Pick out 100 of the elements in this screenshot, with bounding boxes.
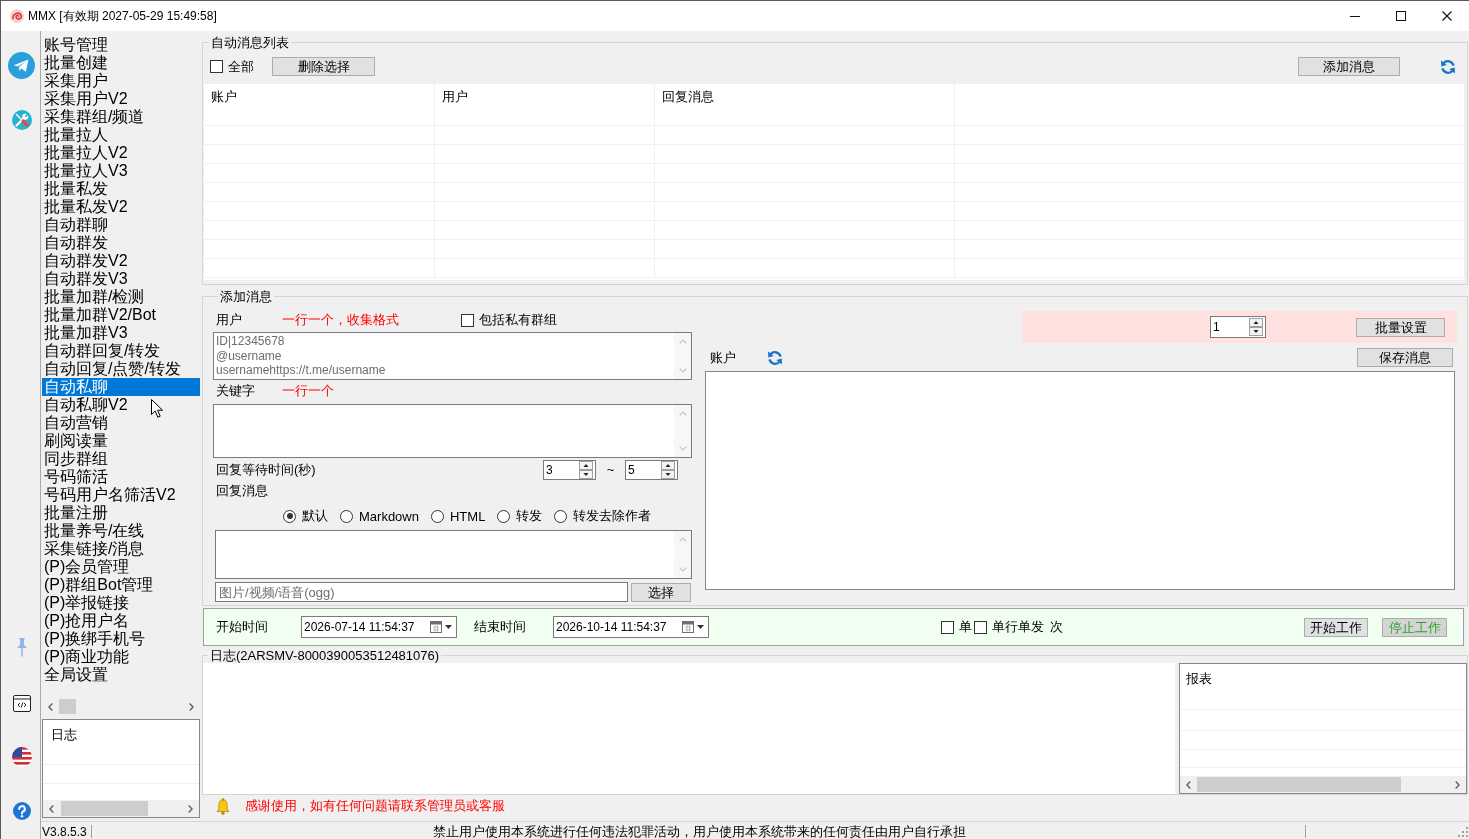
field-label: 回复等待时间(秒)	[216, 460, 317, 479]
horizontal-scrollbar[interactable]	[43, 800, 199, 817]
start-button[interactable]: 开始工作	[1304, 617, 1368, 637]
status-message: 禁止用户使用本系统进行任何违法犯罪活动，用户使用本系统带来的任何责任由用户自行承担	[432, 822, 966, 839]
scrollbar-thumb[interactable]	[1197, 777, 1401, 792]
save-message-button[interactable]: 保存消息	[1357, 348, 1453, 367]
code-window-icon[interactable]	[12, 695, 31, 712]
text-area[interactable]	[215, 530, 692, 579]
flag-icon[interactable]	[11, 747, 32, 767]
nav-item[interactable]: 采集用户V2	[42, 90, 200, 108]
nav-item[interactable]: 自动群发V2	[42, 252, 200, 270]
nav-item[interactable]: 批量拉人V3	[42, 162, 200, 180]
delete-selected-button[interactable]: 删除选择	[272, 57, 375, 76]
nav-item[interactable]: 自动群发V3	[42, 270, 200, 288]
choose-button[interactable]: 选择	[631, 582, 691, 602]
file-path-field[interactable]: 图片/视频/语音(ogg)	[215, 582, 628, 602]
nav-item[interactable]: 批量私发V2	[42, 198, 200, 216]
nav-item[interactable]: 自动私聊	[42, 378, 200, 396]
batch-settings-button[interactable]: 批量设置	[1356, 317, 1445, 337]
scrollbar-thumb[interactable]	[59, 699, 76, 714]
calendar-icon	[430, 621, 442, 633]
window-title: MMX [有效期 2027-05-29 15:49:58]	[28, 7, 217, 25]
checkbox[interactable]: 包括私有群组	[461, 311, 557, 329]
refresh-icon[interactable]	[767, 349, 783, 366]
chevron-up-icon	[678, 339, 687, 344]
nav-item[interactable]: 全局设置	[42, 666, 200, 684]
nav-item[interactable]: (P)换绑手机号	[42, 630, 200, 648]
chevron-right-icon	[1455, 780, 1460, 789]
number-field[interactable]: 5	[626, 460, 661, 479]
nav-item[interactable]: (P)商业功能	[42, 648, 200, 666]
chevron-right-icon	[188, 804, 193, 813]
column-header: 日志	[43, 720, 199, 765]
scrollbar-thumb[interactable]	[61, 801, 148, 816]
nav-item[interactable]: 批量私发	[42, 180, 200, 198]
field-label: 结束时间	[474, 618, 527, 636]
chevron-up-icon	[678, 537, 687, 542]
number-field[interactable]: 1	[1211, 317, 1249, 337]
nav-item[interactable]: 批量拉人V2	[42, 144, 200, 162]
refresh-icon[interactable]	[1440, 58, 1456, 75]
notice-text: 感谢使用，如有任何问题请联系管理员或客服	[245, 797, 505, 815]
tools-icon[interactable]	[11, 110, 32, 130]
number-spinbox[interactable]: 5	[625, 459, 678, 480]
nav-item[interactable]: 采集用户	[42, 72, 200, 90]
nav-item[interactable]: 批量加群/检测	[42, 288, 200, 306]
help-icon[interactable]	[12, 802, 31, 820]
number-spinbox[interactable]: 1	[1210, 316, 1266, 338]
checkbox[interactable]: 单行单发	[974, 618, 1044, 636]
radio-button[interactable]: Markdown	[340, 508, 419, 524]
radio-button[interactable]: 转发去除作者	[554, 507, 652, 525]
calendar-icon	[682, 621, 694, 633]
radio-button[interactable]: HTML	[430, 508, 486, 524]
nav-item[interactable]: (P)举报链接	[42, 594, 200, 612]
nav-item[interactable]: 自动营销	[42, 414, 200, 432]
nav-item[interactable]: 同步群组	[42, 450, 200, 468]
chevron-down-icon	[678, 446, 687, 451]
nav-item[interactable]: (P)抢用户名	[42, 612, 200, 630]
nav-item[interactable]: (P)群组Bot管理	[42, 576, 200, 594]
nav-item[interactable]: 采集群组/频道	[42, 108, 200, 126]
chevron-left-icon	[48, 702, 53, 711]
date-time-picker[interactable]: 2026-07-14 11:54:37	[301, 616, 457, 638]
nav-item[interactable]: 批量养号/在线	[42, 522, 200, 540]
horizontal-scrollbar[interactable]	[1180, 776, 1466, 793]
number-field[interactable]: 3	[544, 460, 579, 479]
spin-up-icon[interactable]	[661, 460, 675, 470]
nav-item[interactable]: 自动私聊V2	[42, 396, 200, 414]
hint-text: 一行一个，收集格式	[282, 311, 400, 329]
nav-item[interactable]: 自动群聊	[42, 216, 200, 234]
add-message-button[interactable]: 添加消息	[1298, 57, 1400, 76]
number-spinbox[interactable]: 3	[543, 459, 596, 480]
checkbox[interactable]: 单	[941, 618, 972, 636]
spin-down-icon[interactable]	[1249, 327, 1263, 336]
version-label: V3.8.5.3	[42, 824, 87, 839]
spin-down-icon[interactable]	[661, 469, 675, 479]
text-area[interactable]	[213, 404, 692, 458]
spin-up-icon[interactable]	[1249, 318, 1263, 327]
paper-plane-icon[interactable]	[8, 52, 35, 79]
radio-button[interactable]: 默认	[283, 507, 328, 525]
nav-item[interactable]: 批量创建	[42, 54, 200, 72]
nav-item[interactable]: 批量拉人	[42, 126, 200, 144]
checkbox[interactable]: 全部	[210, 57, 254, 76]
date-time-picker[interactable]: 2026-10-14 11:54:37	[553, 616, 709, 638]
nav-item[interactable]: 批量加群V2/Bot	[42, 306, 200, 324]
radio-button[interactable]: 转发	[497, 507, 543, 525]
nav-item[interactable]: 账号管理	[42, 36, 200, 54]
column-header: 用户	[435, 84, 655, 125]
nav-item[interactable]: 刷阅读量	[42, 432, 200, 450]
nav-item[interactable]: 自动群回复/转发	[42, 342, 200, 360]
logo-icon	[10, 9, 24, 23]
nav-item[interactable]: 自动群发	[42, 234, 200, 252]
spin-down-icon[interactable]	[579, 469, 593, 479]
nav-item[interactable]: 号码筛活	[42, 468, 200, 486]
field-label: 关键字	[216, 382, 256, 400]
nav-item[interactable]: 号码用户名筛活V2	[42, 486, 200, 504]
nav-item[interactable]: 批量注册	[42, 504, 200, 522]
nav-item[interactable]: 自动回复/点赞/转发	[42, 360, 200, 378]
nav-item[interactable]: (P)会员管理	[42, 558, 200, 576]
nav-item[interactable]: 批量加群V3	[42, 324, 200, 342]
field-label: 回复消息	[216, 481, 269, 500]
nav-item[interactable]: 采集链接/消息	[42, 540, 200, 558]
spin-up-icon[interactable]	[579, 460, 593, 470]
